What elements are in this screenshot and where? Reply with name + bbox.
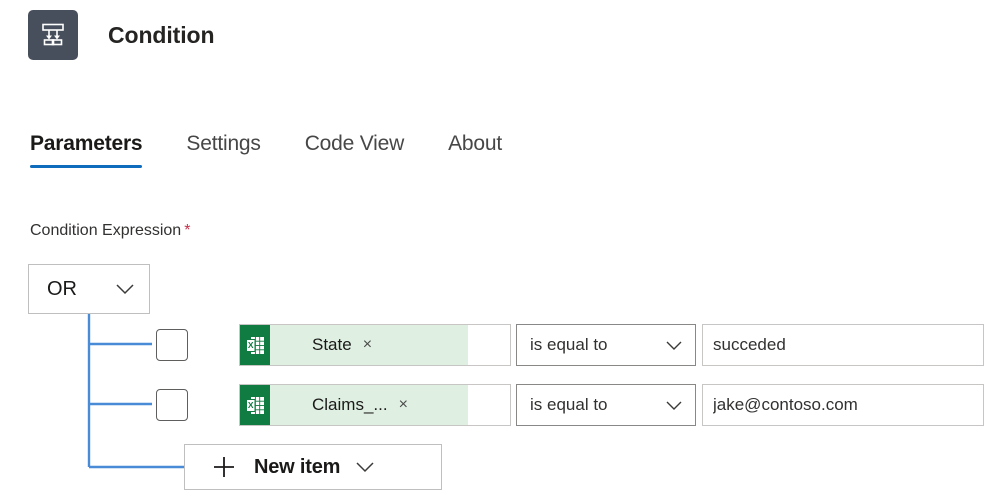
value-text: succeded (713, 335, 786, 355)
value-input[interactable]: succeded (702, 324, 984, 366)
dynamic-content-token[interactable]: X Claims_... × (240, 385, 468, 425)
row-checkbox[interactable] (156, 329, 188, 361)
operator-dropdown[interactable]: is equal to (516, 324, 696, 366)
row-checkbox[interactable] (156, 389, 188, 421)
operator-value: is equal to (530, 335, 665, 355)
tab-bar: Parameters Settings Code View About (30, 132, 502, 168)
value-input[interactable]: jake@contoso.com (702, 384, 984, 426)
operand-field[interactable]: X State × (239, 324, 511, 366)
operand-field[interactable]: X Claims_... × (239, 384, 511, 426)
plus-icon (212, 455, 236, 479)
page-title: Condition (108, 22, 214, 49)
group-operator-dropdown[interactable]: OR (28, 264, 150, 314)
condition-expression-builder: OR (0, 258, 994, 500)
chevron-down-icon (355, 461, 375, 473)
required-asterisk: * (184, 222, 190, 239)
value-text: jake@contoso.com (713, 395, 858, 415)
tab-code-view[interactable]: Code View (305, 132, 404, 168)
tab-settings[interactable]: Settings (186, 132, 260, 168)
token-label: State (312, 335, 352, 355)
chevron-down-icon (115, 283, 135, 295)
dynamic-content-token[interactable]: X State × (240, 325, 468, 365)
excel-icon: X (240, 385, 270, 425)
excel-icon: X (240, 325, 270, 365)
operator-dropdown[interactable]: is equal to (516, 384, 696, 426)
new-item-label: New item (254, 456, 340, 479)
panel-header: Condition (28, 10, 214, 60)
chevron-down-icon (665, 340, 683, 351)
condition-expression-label-text: Condition Expression (30, 222, 181, 239)
chevron-down-icon (665, 400, 683, 411)
token-label: Claims_... (312, 395, 388, 415)
new-item-button[interactable]: New item (184, 444, 442, 490)
operator-value: is equal to (530, 395, 665, 415)
condition-branch-icon (28, 10, 78, 60)
condition-expression-label: Condition Expression* (30, 222, 190, 240)
close-icon[interactable]: × (363, 337, 372, 353)
close-icon[interactable]: × (399, 397, 408, 413)
svg-text:X: X (247, 340, 253, 350)
tab-parameters[interactable]: Parameters (30, 132, 142, 168)
tab-about[interactable]: About (448, 132, 502, 168)
svg-text:X: X (247, 400, 253, 410)
group-operator-value: OR (47, 278, 115, 301)
